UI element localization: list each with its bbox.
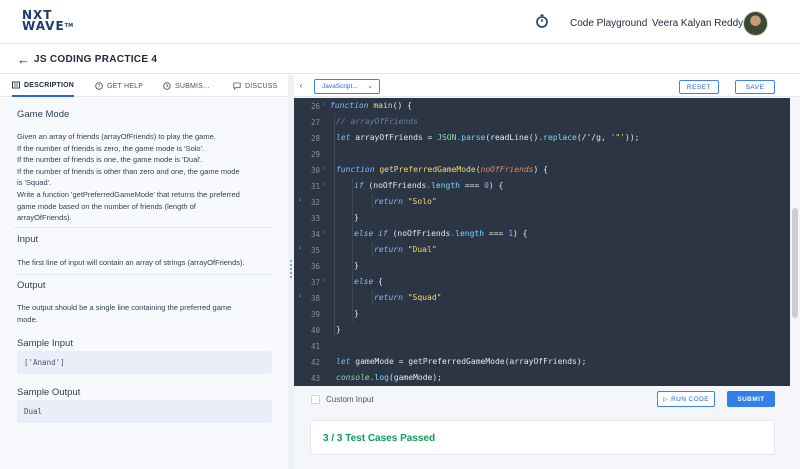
problem-description: Game Mode Given an array of friends (arr… (0, 98, 288, 469)
problem-panel: DESCRIPTION ? GET HELP SUBMIS... DISCUSS… (0, 75, 288, 469)
sample-input-box: ['Anand'] (17, 351, 272, 374)
custom-input-label[interactable]: Custom Input (326, 395, 374, 404)
page-title: JS CODING PRACTICE 4 (34, 54, 158, 65)
sample-output-heading: Sample Output (17, 387, 81, 398)
tab-submissions[interactable]: SUBMIS... (163, 75, 209, 97)
code-line: 27 // arrayOfFriends (310, 117, 418, 127)
input-heading: Input (17, 234, 39, 245)
test-result-card: 3 / 3 Test Cases Passed (310, 420, 775, 455)
test-result-text: 3 / 3 Test Cases Passed (323, 433, 436, 444)
language-select-value: JavaScript... (322, 83, 358, 90)
code-line: 31 ˅ if (noOfFriends.length === 0) { (310, 181, 504, 191)
code-line: ♯ 32 return "Solo" (298, 197, 437, 207)
logo-tm: TM (64, 23, 74, 29)
drag-handle-icon (290, 260, 292, 278)
nxtwave-logo[interactable]: NXT WAVETM (22, 9, 74, 33)
code-line: ♯ 35 return "Dual" (298, 245, 437, 255)
run-code-button[interactable]: ▷ RUN CODE (657, 391, 715, 407)
tab-submissions-label: SUBMIS... (175, 82, 210, 90)
clock-icon (163, 82, 171, 90)
fold-arrow-icon[interactable]: ˅ (322, 165, 325, 172)
code-line: 33 } (310, 213, 359, 223)
run-code-label: RUN CODE (671, 395, 709, 403)
fold-arrow-icon[interactable]: ˅ (322, 181, 325, 188)
sample-input-heading: Sample Input (17, 338, 73, 349)
code-line: 29 (310, 150, 320, 159)
game-mode-heading: Game Mode (17, 109, 70, 120)
code-line: 37 ˅ else { (310, 277, 383, 287)
back-arrow-icon[interactable]: ← (17, 53, 30, 66)
tab-description-label: DESCRIPTION (24, 81, 75, 89)
code-line: 43 console.log(gameMode); (310, 373, 442, 383)
sample-output-box: Dual (17, 400, 272, 423)
tab-discuss-label: DISCUSS (245, 82, 278, 90)
divider (14, 274, 272, 275)
logo-line-2: WAVE (22, 19, 65, 33)
description-icon (12, 81, 20, 89)
tab-discuss[interactable]: DISCUSS (233, 75, 278, 97)
code-editor[interactable]: 26 ˅ function main() { 27 // arrayOfFrien… (294, 98, 790, 386)
title-bar: ← JS CODING PRACTICE 4 (0, 44, 800, 74)
code-line: 28 let arrayOfFriends = JSON.parse(readL… (310, 133, 640, 143)
reset-button[interactable]: RESET (679, 80, 719, 94)
tab-description[interactable]: DESCRIPTION (12, 75, 75, 97)
input-text: The first line of input will contain an … (17, 258, 245, 267)
game-mode-text: Given an array of friends (arrayOfFriend… (17, 132, 240, 223)
save-button[interactable]: SAVE (735, 80, 775, 94)
top-navbar: NXT WAVETM Code Playground Veera Kalyan … (0, 0, 800, 44)
help-icon: ? (95, 82, 103, 90)
play-icon: ▷ (663, 396, 669, 403)
problem-tabs: DESCRIPTION ? GET HELP SUBMIS... DISCUSS (0, 75, 288, 97)
chat-icon (233, 82, 241, 90)
code-line: 34 ˅ else if (noOfFriends.length === 1) { (310, 229, 528, 239)
output-heading: Output (17, 280, 46, 291)
divider (14, 227, 272, 228)
editor-panel: ‹ JavaScript... ⌄ RESET SAVE 26 ˅ functio… (294, 75, 800, 469)
chevron-left-icon[interactable]: ‹ (296, 81, 306, 91)
code-line: ♯ 38 return "Squad" (298, 293, 442, 303)
scrollbar-thumb[interactable] (792, 208, 798, 318)
editor-scrollbar[interactable] (790, 98, 800, 386)
code-line: 40 } (310, 325, 341, 335)
svg-text:?: ? (98, 84, 101, 90)
fold-arrow-icon[interactable]: ˅ (322, 229, 325, 236)
language-select[interactable]: JavaScript... ⌄ (314, 79, 380, 94)
code-line: 39 } (310, 309, 359, 319)
code-line: 30 ˅ function getPreferredGameMode(noOfFr… (310, 165, 548, 175)
code-playground-link[interactable]: Code Playground (570, 18, 647, 29)
user-name[interactable]: Veera Kalyan Reddy (652, 18, 743, 29)
chevron-down-icon: ⌄ (367, 83, 373, 90)
code-line: 36 } (310, 261, 359, 271)
tab-get-help[interactable]: ? GET HELP (95, 75, 143, 97)
fold-arrow-icon[interactable]: ˅ (322, 101, 325, 108)
code-line: 41 (310, 342, 320, 351)
stopwatch-icon[interactable] (535, 14, 549, 28)
fold-arrow-icon[interactable]: ˅ (322, 277, 325, 284)
custom-input-checkbox[interactable] (311, 395, 320, 404)
editor-actions: Custom Input ▷ RUN CODE SUBMIT (294, 386, 800, 416)
output-text: The output should be a single line conta… (17, 303, 232, 324)
user-avatar[interactable] (743, 11, 768, 36)
editor-toolbar: ‹ JavaScript... ⌄ RESET SAVE (294, 75, 800, 97)
submit-button[interactable]: SUBMIT (727, 391, 775, 407)
code-line: 42 let gameMode = getPreferredGameMode(a… (310, 357, 587, 367)
tab-get-help-label: GET HELP (107, 82, 144, 90)
code-line: 26 ˅ function main() { (310, 101, 412, 111)
